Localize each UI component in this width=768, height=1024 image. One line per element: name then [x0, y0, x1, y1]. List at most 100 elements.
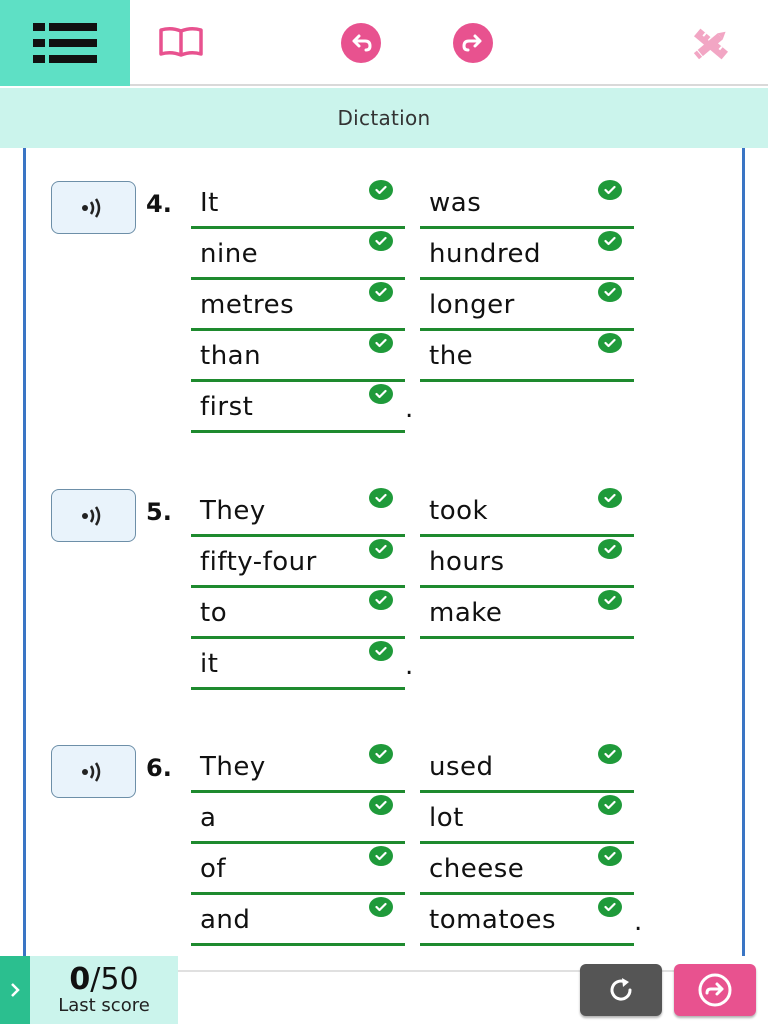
answer-field[interactable]: longer	[420, 280, 634, 331]
redo-button[interactable]	[452, 22, 494, 68]
top-toolbar	[0, 0, 768, 86]
exercise-area: 4. It was nine hundred metres longer than the fir…	[23, 148, 745, 956]
answer-text: than	[200, 341, 262, 371]
correct-check-icon	[369, 488, 393, 508]
correct-check-icon	[598, 897, 622, 917]
answer-text: a	[200, 803, 217, 833]
answer-text: it	[200, 649, 219, 679]
tools-button[interactable]	[688, 24, 734, 68]
question-block: 4. It was nine hundred metres longer than the fir…	[26, 178, 742, 443]
submit-arrow-icon	[698, 973, 732, 1007]
answer-text: used	[429, 752, 494, 782]
score-panel: 0/50 Last score	[30, 956, 178, 1024]
answer-field[interactable]: to	[191, 588, 405, 639]
answer-text: of	[200, 854, 227, 884]
answer-field[interactable]: than	[191, 331, 405, 382]
score-label: Last score	[58, 995, 150, 1016]
pencil-ruler-icon	[693, 28, 729, 60]
score-value: 0/50	[69, 962, 139, 997]
answer-text: and	[200, 905, 251, 935]
page-title: Dictation	[337, 106, 431, 130]
answer-field[interactable]: and	[191, 895, 405, 946]
correct-check-icon	[369, 897, 393, 917]
answer-field[interactable]: hours	[420, 537, 634, 588]
answer-text: It	[200, 188, 219, 218]
chevron-right-icon	[11, 983, 20, 997]
answer-text: hundred	[429, 239, 542, 269]
answer-field[interactable]: metres	[191, 280, 405, 331]
answer-text: lot	[429, 803, 464, 833]
answer-field[interactable]: They	[191, 742, 405, 793]
correct-check-icon	[369, 744, 393, 764]
sentence-period: .	[634, 907, 643, 937]
menu-button[interactable]	[0, 0, 130, 86]
correct-check-icon	[598, 846, 622, 866]
correct-check-icon	[369, 795, 393, 815]
correct-check-icon	[598, 488, 622, 508]
answer-text: They	[200, 496, 266, 526]
book-icon	[159, 26, 203, 57]
title-bar: Dictation	[0, 88, 768, 148]
correct-check-icon	[369, 590, 393, 610]
correct-check-icon	[598, 539, 622, 559]
question-block: 5. They took fifty-four hours to make it.	[26, 486, 742, 700]
correct-check-icon	[598, 282, 622, 302]
speaker-audio-icon	[81, 505, 100, 526]
answer-field[interactable]: cheese	[420, 844, 634, 895]
answer-field[interactable]: hundred	[420, 229, 634, 280]
answer-field[interactable]: of	[191, 844, 405, 895]
answer-field[interactable]: They	[191, 486, 405, 537]
answer-field[interactable]: took	[420, 486, 634, 537]
answer-text: first	[200, 392, 254, 422]
answer-field[interactable]: fifty-four	[191, 537, 405, 588]
answer-text: to	[200, 598, 228, 628]
correct-check-icon	[598, 231, 622, 251]
speaker-audio-icon	[81, 761, 100, 782]
book-button[interactable]	[158, 26, 204, 62]
correct-check-icon	[369, 180, 393, 200]
redo-icon	[453, 23, 493, 63]
answer-text: hours	[429, 547, 505, 577]
answer-field[interactable]: tomatoes	[420, 895, 634, 946]
answer-field[interactable]: the	[420, 331, 634, 382]
question-number: 5.	[146, 498, 172, 526]
answer-field[interactable]: a	[191, 793, 405, 844]
expand-tab[interactable]	[0, 956, 30, 1024]
answer-field[interactable]: used	[420, 742, 634, 793]
retry-button[interactable]	[580, 964, 662, 1016]
bottom-bar: 0/50 Last score	[0, 956, 768, 1024]
answer-text: tomatoes	[429, 905, 557, 935]
retry-icon	[610, 978, 632, 1001]
undo-button[interactable]	[340, 22, 382, 68]
answer-text: was	[429, 188, 482, 218]
answer-text: metres	[200, 290, 295, 320]
answer-field[interactable]: lot	[420, 793, 634, 844]
answer-field[interactable]: It	[191, 178, 405, 229]
answer-field[interactable]: it	[191, 639, 405, 690]
submit-button[interactable]	[674, 964, 756, 1016]
correct-check-icon	[369, 539, 393, 559]
correct-check-icon	[598, 744, 622, 764]
answer-text: longer	[429, 290, 515, 320]
correct-check-icon	[369, 282, 393, 302]
sentence-period: .	[405, 394, 414, 424]
play-audio-button[interactable]	[51, 489, 136, 542]
answer-field[interactable]: first	[191, 382, 405, 433]
question-number: 6.	[146, 754, 172, 782]
play-audio-button[interactable]	[51, 745, 136, 798]
correct-check-icon	[369, 333, 393, 353]
correct-check-icon	[369, 384, 393, 404]
play-audio-button[interactable]	[51, 181, 136, 234]
correct-check-icon	[369, 641, 393, 661]
answer-field[interactable]: was	[420, 178, 634, 229]
correct-check-icon	[598, 795, 622, 815]
correct-check-icon	[598, 180, 622, 200]
list-menu-icon	[33, 23, 97, 63]
correct-check-icon	[369, 231, 393, 251]
answer-text: They	[200, 752, 266, 782]
answer-field[interactable]: make	[420, 588, 634, 639]
answer-text: the	[429, 341, 474, 371]
answer-field[interactable]: nine	[191, 229, 405, 280]
answer-text: cheese	[429, 854, 525, 884]
sentence-period: .	[405, 651, 414, 681]
